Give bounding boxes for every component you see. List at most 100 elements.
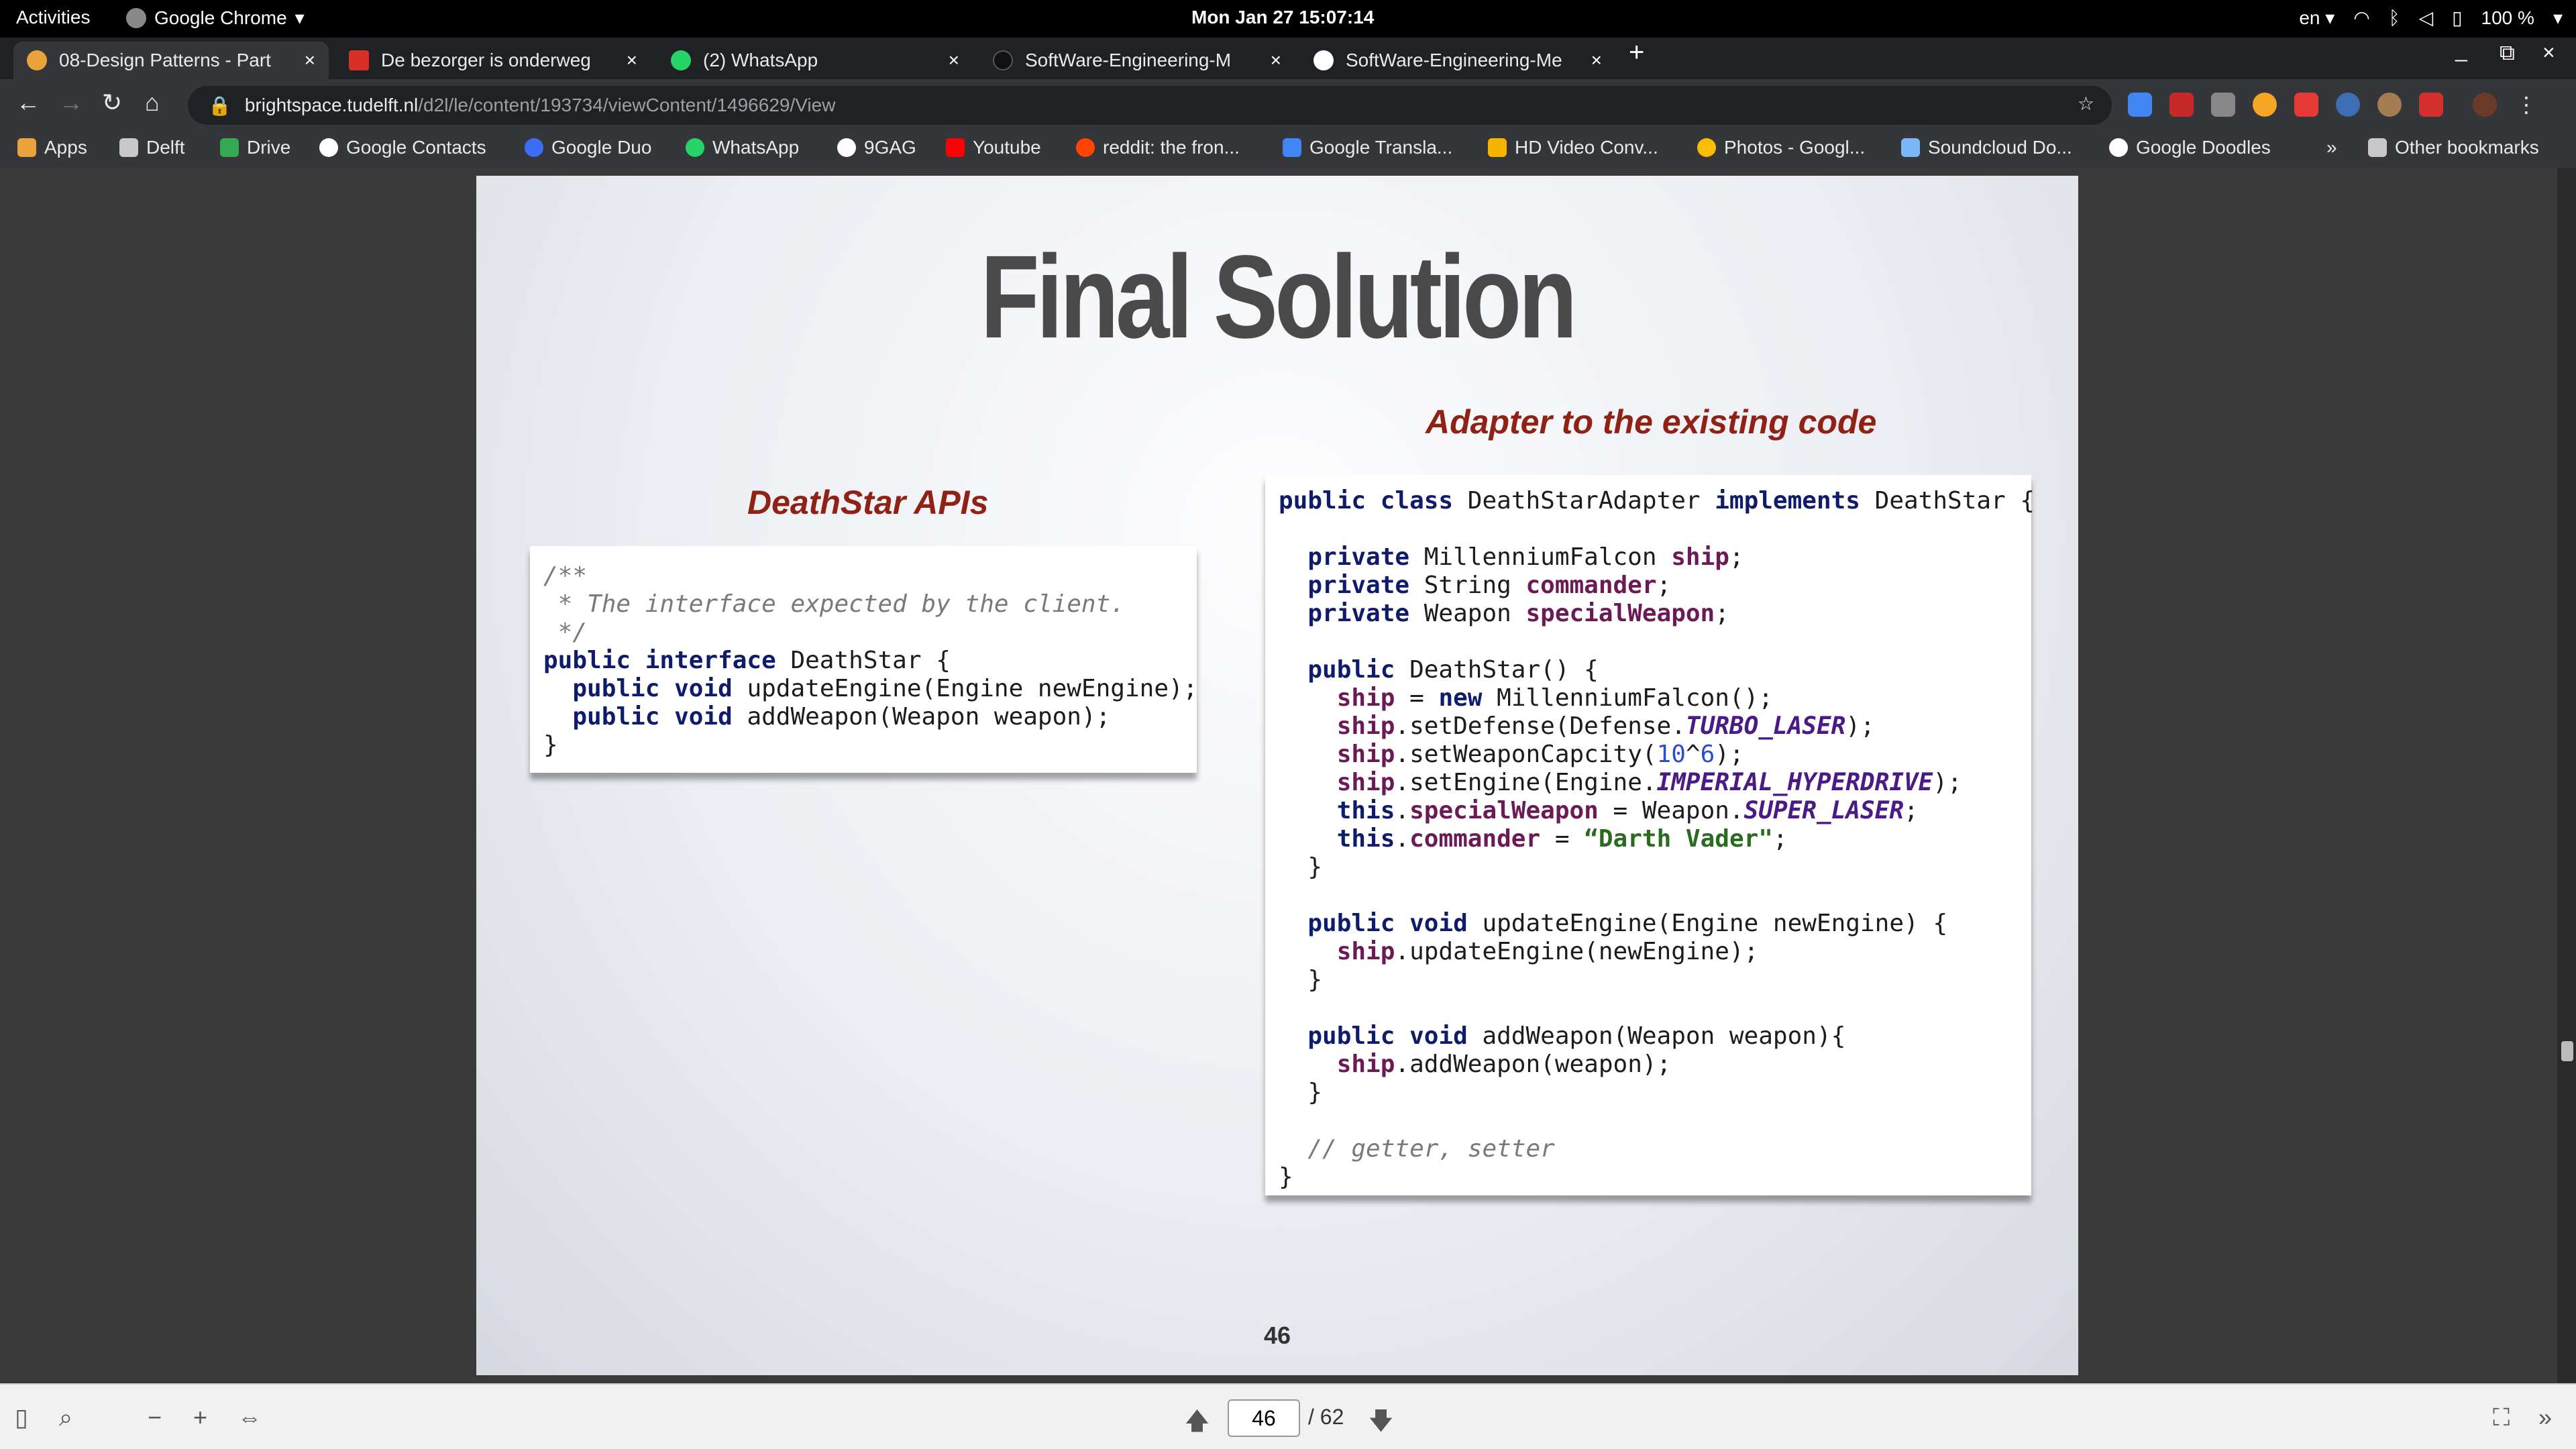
- compass-extension-icon[interactable]: [2253, 93, 2277, 117]
- tab-title: (2) WhatsApp: [703, 50, 818, 70]
- close-icon[interactable]: ×: [1591, 50, 1602, 71]
- google-icon: [2109, 138, 2128, 157]
- bookmark-label: Youtube: [973, 137, 1041, 158]
- bookmark-item[interactable]: WhatsApp: [686, 137, 799, 158]
- slide-title: Final Solution: [980, 231, 1577, 363]
- bookmark-item[interactable]: HD Video Conv...: [1488, 137, 1658, 158]
- bookmark-item[interactable]: Youtube: [946, 137, 1041, 158]
- reload-icon[interactable]: ↻: [102, 89, 122, 117]
- tab-design-patterns[interactable]: 08-Design Patterns - Part ×: [13, 42, 329, 79]
- tab-whatsapp[interactable]: (2) WhatsApp ×: [657, 42, 973, 79]
- back-arrow-icon[interactable]: ←: [16, 89, 40, 117]
- bookmark-item[interactable]: 9GAG: [837, 137, 916, 158]
- bookmark-item[interactable]: Google Contacts: [319, 137, 486, 158]
- lock-icon: 🔒: [208, 95, 231, 116]
- close-icon[interactable]: ×: [1271, 50, 1281, 71]
- app-menu[interactable]: Google Chrome ▾: [126, 7, 305, 29]
- browser-toolbar: ← → ↻ ⌂ 🔒 brightspace.tudelft.nl/d2l/le/…: [0, 79, 2576, 130]
- power-menu-icon: ▾: [2553, 7, 2563, 28]
- translate-icon: [1283, 138, 1301, 157]
- fedora-extension-icon[interactable]: [2336, 93, 2360, 117]
- battery-level: 100 %: [2481, 7, 2534, 28]
- google-icon: [1313, 50, 1334, 70]
- next-page-icon[interactable]: 🡇: [1368, 1403, 1393, 1444]
- close-window-button[interactable]: ×: [2542, 40, 2555, 65]
- bookmarks-bar: Apps Delft Drive Google Contacts Google …: [0, 130, 2576, 168]
- forward-arrow-icon[interactable]: →: [59, 89, 83, 117]
- other-bookmarks-label: Other bookmarks: [2395, 137, 2539, 158]
- address-bar[interactable]: 🔒 brightspace.tudelft.nl/d2l/le/content/…: [188, 86, 2112, 125]
- sidebar-toggle-icon[interactable]: ▯: [15, 1403, 28, 1432]
- bookmark-label: Apps: [44, 137, 87, 158]
- chevron-down-icon: ▾: [294, 7, 305, 28]
- volume-icon: ◁: [2418, 7, 2434, 28]
- home-icon[interactable]: ⌂: [145, 89, 160, 117]
- language-indicator[interactable]: en: [2299, 7, 2320, 28]
- profile-avatar[interactable]: [2473, 93, 2497, 117]
- activities-button[interactable]: Activities: [16, 7, 90, 28]
- new-tab-button[interactable]: +: [1629, 38, 1644, 68]
- system-tray[interactable]: en ▾ ◠ ᛒ ◁ ▯ 100 % ▾: [2299, 7, 2563, 29]
- duo-icon: [525, 138, 543, 157]
- translate-extension-icon[interactable]: [2128, 93, 2152, 117]
- minimize-button[interactable]: _: [2455, 38, 2467, 62]
- youtube-icon: [946, 138, 965, 157]
- deathstar-interface-code: /** * The interface expected by the clie…: [530, 546, 1197, 773]
- bookmark-item[interactable]: Photos - Googl...: [1697, 137, 1865, 158]
- bookmark-item[interactable]: Google Doodles: [2109, 137, 2271, 158]
- maximize-button[interactable]: ⧉: [2500, 40, 2515, 66]
- bookmark-label: Google Duo: [551, 137, 652, 158]
- bookmark-item[interactable]: Google Transla...: [1283, 137, 1452, 158]
- more-tools-icon[interactable]: »: [2538, 1403, 2552, 1432]
- menu-kebab-icon[interactable]: ⋮: [2514, 93, 2538, 117]
- brightspace-icon: [27, 50, 47, 70]
- bluetooth-icon: ᛒ: [2388, 7, 2400, 28]
- vertical-scrollbar[interactable]: [2557, 168, 2576, 1383]
- search-icon[interactable]: ⌕: [59, 1403, 72, 1432]
- gmail-icon: [349, 50, 369, 70]
- chrome-icon: [126, 7, 146, 28]
- bookmark-item[interactable]: reddit: the fron...: [1076, 137, 1240, 158]
- app-name: Google Chrome: [154, 7, 287, 28]
- cookie-extension-icon[interactable]: [2377, 93, 2402, 117]
- bookmark-label: Google Contacts: [346, 137, 486, 158]
- url-path: /d2l/le/content/193734/viewContent/14966…: [418, 95, 836, 115]
- camera-extension-icon[interactable]: [2211, 93, 2235, 117]
- tab-bezorger[interactable]: De bezorger is onderweg ×: [335, 42, 651, 79]
- deathstar-adapter-code: public class DeathStarAdapter implements…: [1265, 475, 2035, 1195]
- zoom-in-icon[interactable]: +: [193, 1403, 207, 1432]
- left-heading: DeathStar APIs: [747, 484, 989, 521]
- bookmark-item[interactable]: Delft: [119, 137, 185, 158]
- bookmark-item[interactable]: Google Duo: [525, 137, 651, 158]
- bookmark-item[interactable]: Apps: [17, 137, 87, 158]
- tab-google-search[interactable]: SoftWare-Engineering-Me ×: [1300, 42, 1615, 79]
- previous-page-icon[interactable]: 🡅: [1185, 1403, 1210, 1444]
- bookmark-label: Photos - Googl...: [1724, 137, 1866, 158]
- bookmark-label: Google Transla...: [1309, 137, 1453, 158]
- fit-page-icon[interactable]: ⇔: [237, 1403, 262, 1432]
- bookmarks-overflow-button[interactable]: »: [2326, 137, 2337, 158]
- bookmark-item[interactable]: Drive: [220, 137, 290, 158]
- page-number-input[interactable]: [1228, 1399, 1300, 1437]
- youtube-extension-icon[interactable]: [2294, 93, 2318, 117]
- close-icon[interactable]: ×: [949, 50, 959, 71]
- wifi-icon: ◠: [2353, 7, 2370, 28]
- zoom-out-icon[interactable]: −: [148, 1403, 162, 1432]
- close-icon[interactable]: ×: [305, 50, 315, 71]
- other-bookmarks-folder[interactable]: Other bookmarks: [2368, 137, 2539, 158]
- clock[interactable]: Mon Jan 27 15:07:14: [1191, 7, 1374, 28]
- fullscreen-icon[interactable]: ⛶: [2493, 1403, 2510, 1432]
- bookmark-item[interactable]: Soundcloud Do...: [1901, 137, 2072, 158]
- scrollbar-thumb[interactable]: [2561, 1041, 2573, 1061]
- folder-icon: [2368, 138, 2387, 157]
- slide-page-number: 46: [1263, 1322, 1291, 1349]
- close-icon[interactable]: ×: [627, 50, 637, 71]
- tab-github-repo[interactable]: SoftWare-Engineering-M ×: [979, 42, 1295, 79]
- tab-title: SoftWare-Engineering-Me: [1346, 50, 1562, 70]
- shield-extension-icon[interactable]: [2419, 93, 2443, 117]
- pdf-slide: Final Solution Adapter to the existing c…: [476, 176, 2078, 1375]
- bookmark-star-icon[interactable]: ☆: [2078, 93, 2094, 115]
- video-icon: [1488, 138, 1507, 157]
- red-extension-icon[interactable]: [2169, 93, 2194, 117]
- bookmark-label: Soundcloud Do...: [1928, 137, 2072, 158]
